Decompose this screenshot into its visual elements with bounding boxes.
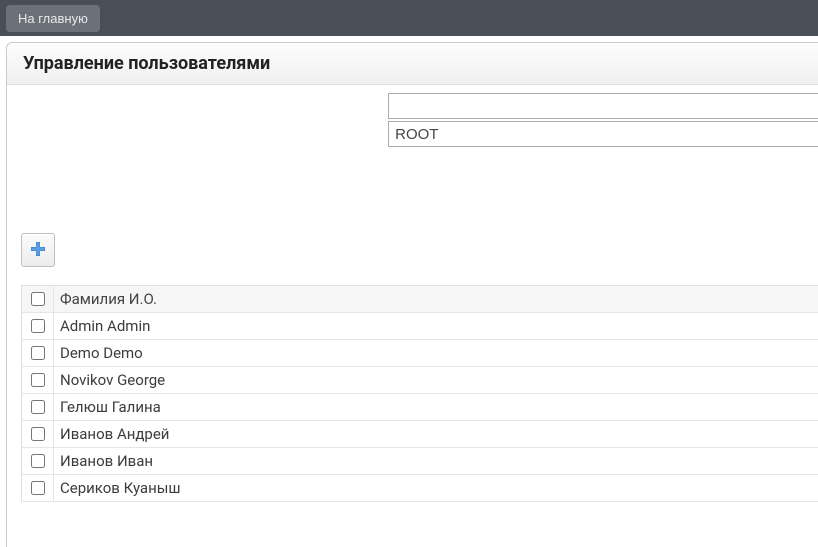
row-checkbox-cell: [22, 340, 54, 366]
table-row[interactable]: Novikov George: [22, 367, 818, 394]
row-checkbox[interactable]: [31, 346, 45, 360]
group-dropdown[interactable]: [388, 121, 818, 147]
row-name-cell: Novikov George: [54, 371, 165, 389]
table-header-row: Фамилия И.О.: [22, 286, 818, 313]
row-name-cell: Сериков Куаныш: [54, 479, 181, 497]
row-checkbox-cell: [22, 421, 54, 447]
select-all-checkbox[interactable]: [31, 292, 45, 306]
row-checkbox-cell: [22, 448, 54, 474]
panel-body: Фамилия И.О. Admin Admin Demo Demo Novikov…: [7, 85, 818, 502]
row-checkbox[interactable]: [31, 373, 45, 387]
toolbar: [21, 233, 818, 267]
page-title: Управление пользователями: [7, 43, 818, 85]
user-table: Фамилия И.О. Admin Admin Demo Demo Novikov…: [21, 285, 818, 502]
row-name-cell: Иванов Андрей: [54, 425, 169, 443]
filter-area: [21, 85, 818, 147]
table-row[interactable]: Admin Admin: [22, 313, 818, 340]
table-row[interactable]: Сериков Куаныш: [22, 475, 818, 502]
table-row[interactable]: Иванов Андрей: [22, 421, 818, 448]
home-button[interactable]: На главную: [6, 5, 100, 32]
search-input[interactable]: [388, 93, 818, 119]
table-row[interactable]: Demo Demo: [22, 340, 818, 367]
row-checkbox[interactable]: [31, 454, 45, 468]
plus-icon: [30, 241, 46, 260]
table-row[interactable]: Гелюш Галина: [22, 394, 818, 421]
row-checkbox-cell: [22, 367, 54, 393]
table-row[interactable]: Иванов Иван: [22, 448, 818, 475]
row-checkbox[interactable]: [31, 400, 45, 414]
row-name-cell: Иванов Иван: [54, 452, 153, 470]
row-name-cell: Admin Admin: [54, 317, 150, 335]
add-user-button[interactable]: [21, 233, 55, 267]
main-panel: Управление пользователями: [6, 42, 818, 547]
row-checkbox-cell: [22, 475, 54, 501]
row-checkbox[interactable]: [31, 427, 45, 441]
topbar: На главную: [0, 0, 818, 36]
row-checkbox-cell: [22, 313, 54, 339]
row-checkbox-cell: [22, 394, 54, 420]
row-checkbox[interactable]: [31, 319, 45, 333]
row-name-cell: Demo Demo: [54, 344, 143, 362]
column-header-name[interactable]: Фамилия И.О.: [54, 290, 157, 308]
select-all-cell: [22, 286, 54, 312]
row-name-cell: Гелюш Галина: [54, 398, 161, 416]
row-checkbox[interactable]: [31, 481, 45, 495]
